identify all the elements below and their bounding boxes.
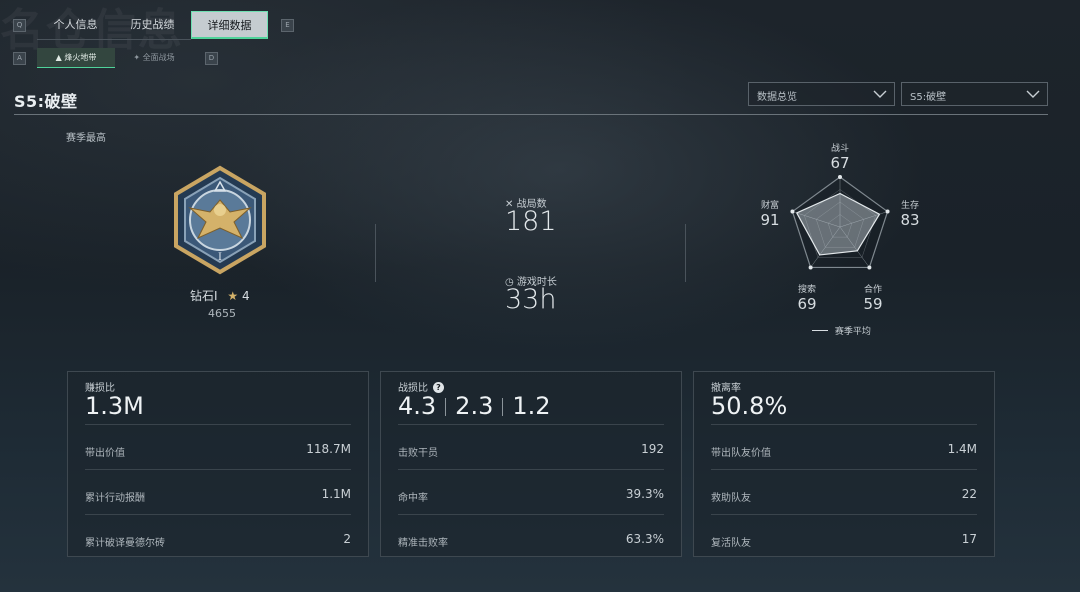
- chevron-down-icon: [1026, 90, 1040, 98]
- row-label: 带出队友价值: [711, 448, 771, 459]
- radar-value-wealth: 91: [760, 211, 780, 229]
- list-item: 带出队友价值 1.4M: [711, 424, 977, 469]
- radar-vertex-dot: [885, 209, 890, 214]
- radar-label-search: 搜索: [797, 285, 816, 295]
- row-label: 累计破译曼德尔砖: [85, 538, 165, 549]
- radar-value-combat: 67: [830, 154, 850, 172]
- list-item: 复活队友 17: [711, 514, 977, 559]
- season-select[interactable]: S5:破壁: [901, 82, 1048, 106]
- panel-big-values: 4.3 2.3 1.2: [398, 392, 551, 420]
- mode-tabs: ▲ 烽火地带 ✦ 全面战场: [37, 48, 193, 68]
- subtab-beacon-zone[interactable]: ▲ 烽火地带: [37, 48, 115, 68]
- rank-medal-icon: I: [174, 165, 266, 275]
- radar-value-cooperation: 59: [863, 295, 883, 313]
- star-icon: ★: [227, 289, 239, 303]
- ability-radar-chart: [790, 175, 890, 270]
- value-separator: [445, 398, 447, 416]
- key-hint-q: Q: [13, 19, 26, 32]
- tab-detailed-data[interactable]: 详细数据: [191, 11, 268, 39]
- list-item: 击败干员 192: [398, 424, 664, 469]
- subtab-beacon-zone-label: 烽火地带: [64, 53, 97, 62]
- subtab-full-battlefield[interactable]: ✦ 全面战场: [115, 48, 193, 68]
- key-hint-d: D: [205, 52, 218, 65]
- chevron-down-icon: [873, 90, 887, 98]
- view-select-value: 数据总览: [757, 92, 797, 103]
- main-tabs: 个人信息 历史战绩 详细数据: [37, 11, 268, 40]
- tab-personal-info[interactable]: 个人信息: [37, 11, 114, 40]
- row-label: 击败干员: [398, 448, 438, 459]
- legend-line: [812, 330, 828, 331]
- row-label: 命中率: [398, 493, 428, 504]
- section-divider: [375, 224, 376, 282]
- subtab-full-battlefield-label: 全面战场: [142, 53, 175, 62]
- radar-label-survival: 生存: [900, 201, 919, 211]
- radar-value-survival: 83: [900, 211, 920, 229]
- rank-name-row: 钻石I ★ 4: [190, 287, 250, 304]
- row-value: 17: [961, 532, 977, 546]
- radar-legend: 赛季平均: [812, 324, 871, 337]
- panel-extraction-rate: 撤离率 50.8% 带出队友价值 1.4M 救助队友 22 复活队友 17: [693, 371, 995, 557]
- row-value: 1.1M: [321, 487, 351, 501]
- row-label: 复活队友: [711, 538, 751, 549]
- radar-vertex-dot: [838, 175, 842, 179]
- kd-value-2: 2.3: [455, 392, 494, 420]
- radar-vertex-dot: [790, 209, 795, 214]
- radar-label-combat: 战斗: [830, 144, 849, 154]
- panel-big-value: 50.8%: [711, 392, 788, 420]
- panel-kd-ratio: 战损比? 4.3 2.3 1.2 击败干员 192 命中率 39.3% 精准击败率 …: [380, 371, 682, 557]
- row-value: 192: [641, 442, 664, 456]
- list-item: 命中率 39.3%: [398, 469, 664, 514]
- row-label: 带出价值: [85, 448, 125, 459]
- season-best-label: 赛季最高: [66, 133, 106, 144]
- radar-label-cooperation: 合作: [863, 285, 882, 295]
- row-label: 救助队友: [711, 493, 751, 504]
- rank-score: 4655: [208, 307, 236, 320]
- key-hint-e: E: [281, 19, 294, 32]
- view-select[interactable]: 数据总览: [748, 82, 895, 106]
- play-time-value: 33h: [505, 284, 557, 315]
- panel-profit-ratio: 赚损比 1.3M 带出价值 118.7M 累计行动报酬 1.1M 累计破译曼德尔…: [67, 371, 369, 557]
- radar-value-search: 69: [797, 295, 817, 313]
- radar-vertex-dot: [867, 265, 872, 270]
- radar-vertex-dot: [808, 265, 813, 270]
- row-value: 39.3%: [625, 487, 664, 501]
- header-divider: [14, 114, 1048, 115]
- rank-name: 钻石I: [190, 289, 218, 303]
- list-item: 带出价值 118.7M: [85, 424, 351, 469]
- row-value: 118.7M: [306, 442, 351, 456]
- section-divider: [685, 224, 686, 282]
- svg-text:I: I: [218, 252, 222, 263]
- row-label: 累计行动报酬: [85, 493, 145, 504]
- season-select-value: S5:破壁: [910, 92, 947, 103]
- kd-value-3: 1.2: [512, 392, 551, 420]
- row-value: 1.4M: [947, 442, 977, 456]
- page-title: S5:破壁: [14, 92, 78, 111]
- radar-label-wealth: 财富: [760, 201, 779, 211]
- panel-big-value: 1.3M: [85, 392, 144, 420]
- tab-match-history[interactable]: 历史战绩: [114, 11, 191, 40]
- list-item: 累计行动报酬 1.1M: [85, 469, 351, 514]
- row-value: 63.3%: [625, 532, 664, 546]
- kd-value-1: 4.3: [398, 392, 437, 420]
- beacon-icon: ▲: [55, 53, 62, 62]
- row-label: 精准击败率: [398, 538, 448, 549]
- value-separator: [502, 398, 504, 416]
- row-value: 2: [343, 532, 351, 546]
- rank-stars: 4: [241, 289, 250, 303]
- list-item: 累计破译曼德尔砖 2: [85, 514, 351, 559]
- radar-legend-label: 赛季平均: [834, 327, 871, 337]
- list-item: 精准击败率 63.3%: [398, 514, 664, 559]
- key-hint-a: A: [13, 52, 26, 65]
- list-item: 救助队友 22: [711, 469, 977, 514]
- battlefield-icon: ✦: [133, 53, 141, 62]
- matches-value: 181: [505, 206, 557, 237]
- row-value: 22: [961, 487, 977, 501]
